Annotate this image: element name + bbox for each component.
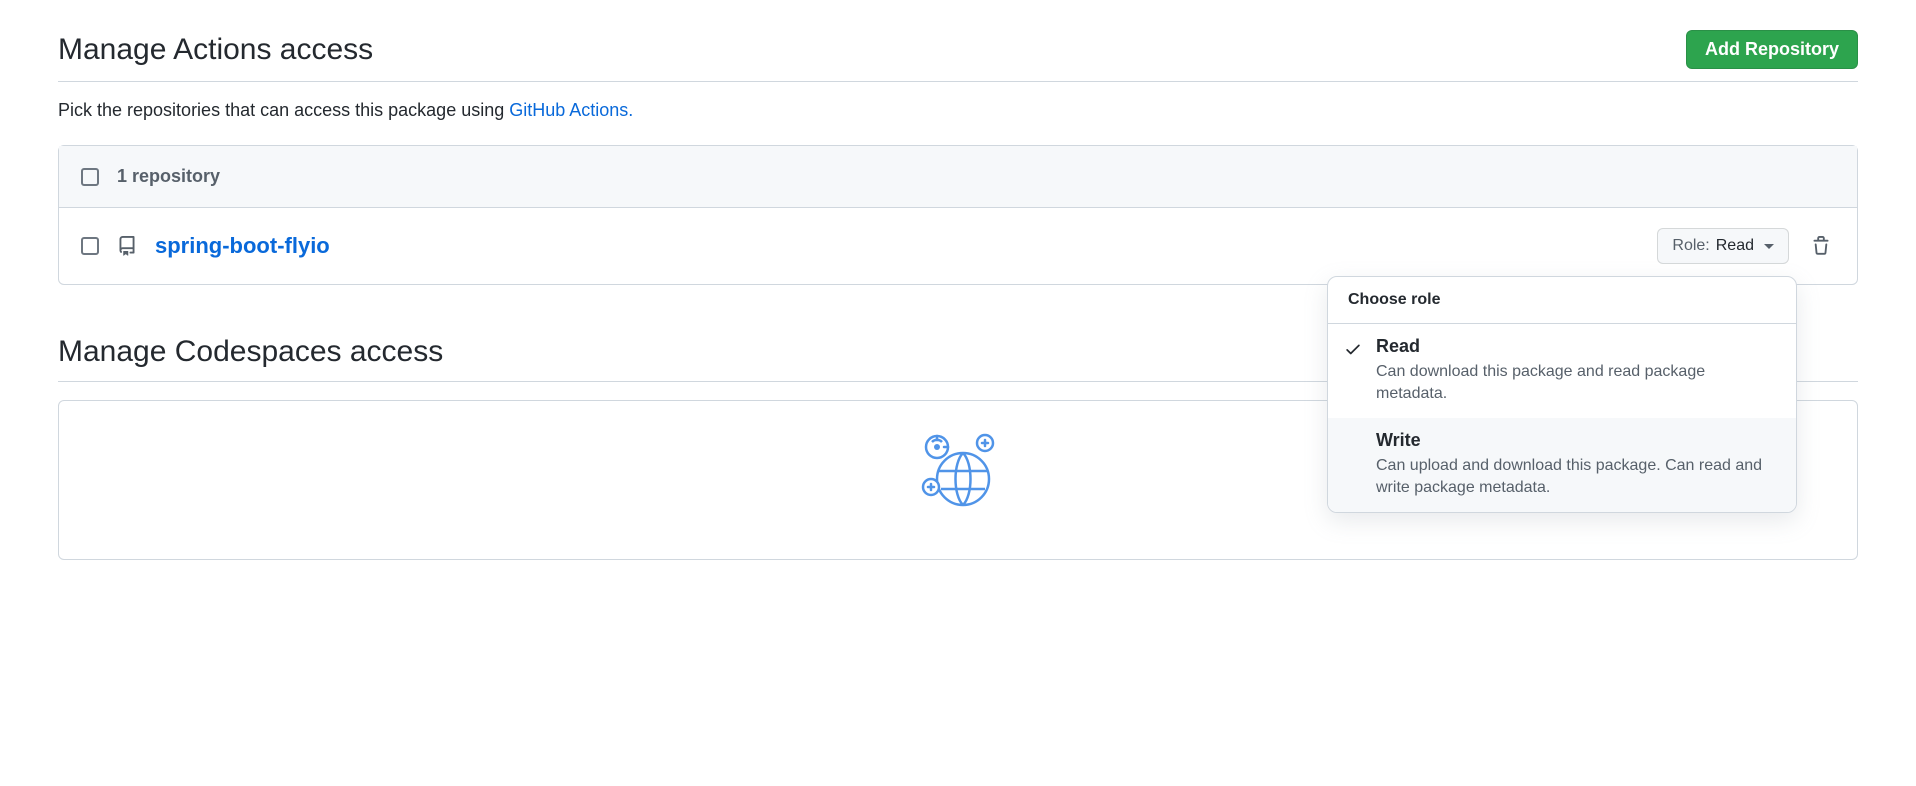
role-select-button[interactable]: Role: Read (1657, 228, 1789, 264)
repositories-panel: 1 repository spring-boot-flyio Role: Rea… (58, 145, 1858, 285)
add-repository-button[interactable]: Add Repository (1686, 30, 1858, 69)
role-option-write[interactable]: Write Can upload and download this packa… (1328, 418, 1796, 512)
codespaces-globe-icon (919, 431, 997, 514)
actions-access-title: Manage Actions access (58, 33, 373, 67)
role-option-title: Write (1376, 430, 1776, 451)
role-dropdown: Choose role Read Can download this packa… (1327, 276, 1797, 513)
role-option-desc: Can upload and download this package. Ca… (1376, 455, 1776, 500)
check-icon (1344, 340, 1362, 358)
chevron-down-icon (1764, 244, 1774, 249)
role-option-title: Read (1376, 336, 1776, 357)
delete-repository-button[interactable] (1807, 232, 1835, 260)
role-option-desc: Can download this package and read packa… (1376, 361, 1776, 406)
repositories-panel-header: 1 repository (59, 146, 1857, 208)
role-dropdown-header: Choose role (1328, 277, 1796, 324)
repo-icon (117, 236, 137, 256)
repository-link[interactable]: spring-boot-flyio (155, 233, 330, 259)
repository-checkbox[interactable] (81, 237, 99, 255)
repository-count: 1 repository (117, 166, 220, 187)
github-actions-link[interactable]: GitHub Actions. (509, 100, 633, 120)
codespaces-access-title: Manage Codespaces access (58, 335, 443, 369)
select-all-checkbox[interactable] (81, 168, 99, 186)
repository-row: spring-boot-flyio Role: Read Choose role… (59, 208, 1857, 284)
actions-description: Pick the repositories that can access th… (58, 100, 1858, 121)
role-option-read[interactable]: Read Can download this package and read … (1328, 324, 1796, 418)
